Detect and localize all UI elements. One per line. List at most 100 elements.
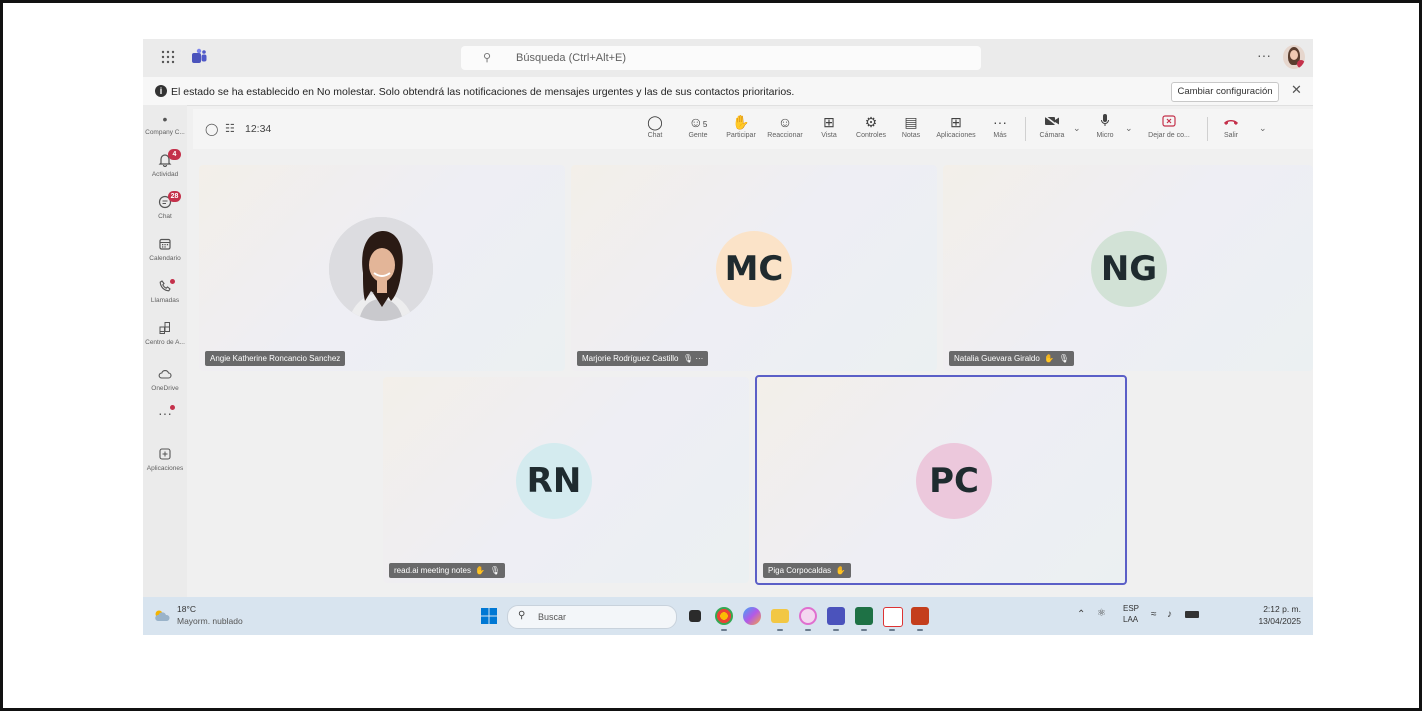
calls-alert-dot [170, 279, 175, 284]
running-indicator [861, 629, 867, 631]
rail-item-calendar[interactable]: Calendario [143, 237, 187, 262]
camera-options-chevron-icon[interactable]: ⌄ [1073, 123, 1081, 134]
running-indicator [777, 629, 783, 631]
meeting-controls-bar: ◯ ☷ 12:34 ◯ Chat ☺5 Gente ✋ Participar ☺… [193, 109, 1313, 149]
more-options-icon[interactable]: ··· [1257, 47, 1271, 63]
running-indicator [917, 629, 923, 631]
running-indicator [833, 629, 839, 631]
taskbar-search-placeholder: Buscar [538, 612, 567, 622]
participant-tile[interactable]: Angie Katherine Roncancio Sanchez [199, 165, 565, 371]
notification-message: El estado se ha establecido en No molest… [171, 86, 795, 98]
close-icon[interactable]: ✕ [1291, 82, 1302, 98]
add-app-icon: ⊞ [950, 114, 962, 130]
left-rail: • Company C... 4 Actividad 28 Chat Calen… [143, 105, 187, 597]
shield-icon[interactable]: ◯ [205, 122, 218, 136]
leave-button[interactable]: Salir [1217, 113, 1245, 139]
apps-button[interactable]: ⊞ Aplicaciones [931, 113, 981, 139]
rail-item-apps[interactable]: Aplicaciones [143, 447, 187, 472]
tray-app-icon[interactable]: ⚛ [1097, 608, 1106, 619]
chat-button[interactable]: ◯ Chat [641, 113, 669, 139]
raise-hand-button[interactable]: ✋ Participar [721, 113, 761, 139]
search-icon: ⚲ [483, 52, 492, 64]
clock-time[interactable]: 2:12 p. m. [1237, 604, 1301, 614]
chat-badge: 28 [168, 191, 181, 202]
leave-options-chevron-icon[interactable]: ⌄ [1259, 123, 1267, 134]
controls-button[interactable]: ⚙ Controles [851, 113, 891, 139]
chat-icon: ◯ [647, 114, 663, 130]
rail-item-apps-center[interactable]: Centro de A... [143, 321, 187, 346]
acrobat-icon[interactable] [883, 607, 903, 627]
change-settings-button[interactable]: Cambiar configuración [1171, 82, 1279, 102]
weather-condition[interactable]: Mayorm. nublado [177, 616, 243, 626]
running-indicator [805, 629, 811, 631]
info-icon: i [155, 85, 167, 97]
itunes-icon[interactable] [799, 607, 817, 625]
language-secondary[interactable]: LAA [1123, 615, 1138, 624]
language-primary[interactable]: ESP [1123, 604, 1139, 613]
more-button[interactable]: ··· Más [989, 113, 1011, 139]
teams-taskbar-icon[interactable] [827, 607, 845, 625]
react-button[interactable]: ☺ Reaccionar [763, 113, 807, 139]
participant-name: Natalia Guevara Giraldo [954, 354, 1040, 363]
calendar-icon [143, 237, 187, 253]
rail-item-activity[interactable]: 4 Actividad [143, 149, 187, 178]
stop-sharing-button[interactable]: Dejar de co... [1141, 113, 1197, 139]
stop-share-icon [1141, 113, 1197, 131]
rail-item-company[interactable]: • Company C... [143, 111, 187, 136]
teams-window: ⚲ Búsqueda (Ctrl+Alt+E) ··· i El estado … [143, 39, 1313, 635]
activity-badge: 4 [168, 149, 181, 160]
participant-nametag: Marjorie Rodríguez Castillo 🎙 ··· [577, 351, 709, 366]
rail-item-calls[interactable]: Llamadas [143, 279, 187, 304]
company-icon: • [162, 111, 168, 127]
profile-avatar[interactable] [1283, 45, 1305, 69]
weather-temp[interactable]: 18°C [177, 604, 196, 614]
more-icon: ··· [993, 114, 1007, 130]
powerpoint-icon[interactable] [911, 607, 929, 625]
participant-tile[interactable]: MC Marjorie Rodríguez Castillo 🎙 ··· [571, 165, 937, 371]
clock-date[interactable]: 13/04/2025 [1237, 616, 1301, 626]
mic-muted-icon: 🎙 [487, 566, 500, 575]
camera-button[interactable]: Cámara [1035, 113, 1069, 139]
participant-initials: PC [916, 443, 992, 519]
rail-item-chat[interactable]: 28 Chat [143, 191, 187, 220]
excel-icon[interactable] [855, 607, 873, 625]
weather-cloud-icon[interactable] [153, 609, 171, 621]
participant-tile[interactable]: RN read.ai meeting notes ✋ 🎙 [383, 377, 749, 583]
volume-icon[interactable]: ♪ [1167, 609, 1172, 620]
battery-icon[interactable] [1185, 611, 1199, 618]
participant-name: Angie Katherine Roncancio Sanchez [205, 351, 346, 366]
dnd-notification-banner: i El estado se ha establecido en No mole… [143, 77, 1313, 106]
notes-button[interactable]: ▤ Notas [897, 113, 925, 139]
title-bar: ⚲ Búsqueda (Ctrl+Alt+E) ··· [143, 39, 1313, 77]
more-icon[interactable]: ··· [695, 354, 703, 363]
participant-nametag: Piga Corpocaldas ✋ [763, 563, 851, 578]
participant-tile-active-speaker[interactable]: PC Piga Corpocaldas ✋ [755, 375, 1127, 585]
file-explorer-icon[interactable] [771, 609, 789, 623]
hand-icon: ✋ [473, 566, 486, 575]
notes-icon: ▤ [904, 114, 918, 130]
mic-icon [1091, 113, 1119, 131]
tray-chevron-up-icon[interactable]: ⌃ [1077, 609, 1085, 620]
search-input[interactable]: ⚲ Búsqueda (Ctrl+Alt+E) [461, 46, 981, 70]
wifi-icon[interactable]: ≈ [1151, 609, 1157, 620]
meeting-info-icon[interactable]: ☷ [225, 122, 235, 135]
participant-tile[interactable]: NG Natalia Guevara Giraldo ✋ 🎙 [943, 165, 1313, 371]
mic-button[interactable]: Micro [1091, 113, 1119, 139]
rail-item-more[interactable]: ··· [143, 405, 187, 421]
divider [1207, 117, 1208, 141]
camera-off-icon [1035, 113, 1069, 131]
windows-start-icon[interactable] [481, 608, 497, 624]
dnd-status-icon [1297, 60, 1305, 68]
copilot-icon[interactable] [743, 607, 761, 625]
mic-options-chevron-icon[interactable]: ⌄ [1125, 123, 1133, 134]
search-icon: ⚲ [518, 610, 526, 621]
meeting-timer: 12:34 [245, 123, 272, 135]
app-launcher-icon[interactable] [161, 50, 175, 64]
rail-item-onedrive[interactable]: OneDrive [143, 367, 187, 392]
people-button[interactable]: ☺5 Gente [683, 113, 713, 139]
taskbar-search-input[interactable]: ⚲ Buscar [507, 605, 677, 629]
chrome-icon[interactable] [715, 607, 733, 625]
divider [1025, 117, 1026, 141]
task-view-icon[interactable] [689, 610, 701, 622]
view-button[interactable]: ⊞ Vista [815, 113, 843, 139]
